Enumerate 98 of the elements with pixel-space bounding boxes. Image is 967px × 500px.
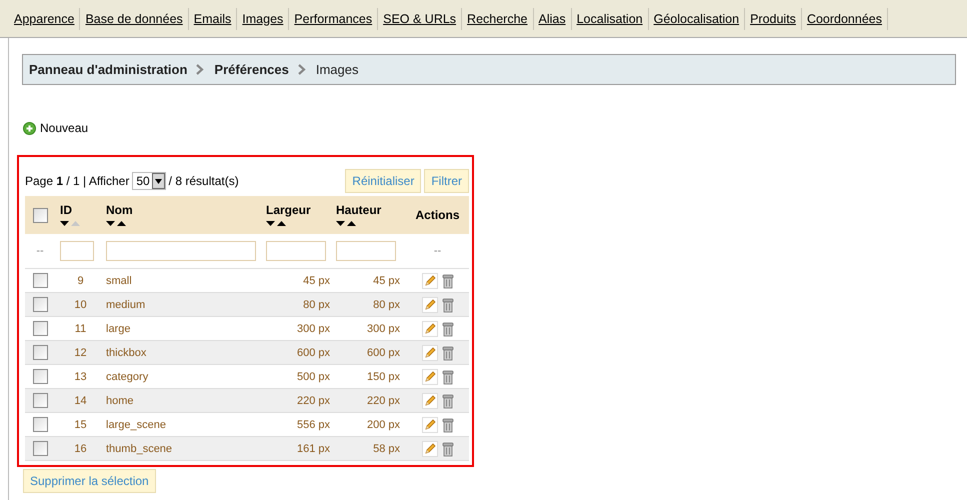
- table-cell-text: 80 px: [372, 298, 401, 310]
- sort-up-icon[interactable]: [117, 221, 126, 227]
- row-checkbox[interactable]: [32, 321, 48, 336]
- table-cell-text: 45 px: [372, 274, 401, 286]
- table-cell-text: 45 px: [302, 274, 331, 286]
- table-cell-text: 9: [76, 274, 85, 286]
- filter-input[interactable]: [106, 240, 256, 261]
- column-header: Actions: [414, 208, 460, 222]
- empty-filter-text: --: [36, 244, 44, 257]
- table-cell-text: 300 px: [366, 322, 401, 334]
- menu-link[interactable]: Produits: [745, 12, 801, 26]
- table-cell-text: 220 px: [296, 394, 331, 406]
- table-cell-text: thickbox: [106, 346, 148, 358]
- trash-icon[interactable]: [442, 368, 454, 384]
- trash-icon[interactable]: [442, 416, 454, 432]
- menu-link[interactable]: Base de données: [80, 12, 188, 26]
- pencil-icon[interactable]: [422, 296, 438, 312]
- filter-input[interactable]: [336, 240, 396, 261]
- add-icon[interactable]: [23, 122, 36, 134]
- sort-up-icon[interactable]: [347, 221, 356, 227]
- table-cell-text: large_scene: [106, 418, 167, 430]
- trash-icon[interactable]: [442, 392, 454, 408]
- menu-link[interactable]: Performances: [289, 12, 378, 26]
- menu-link[interactable]: Localisation: [572, 12, 648, 26]
- trash-icon[interactable]: [442, 440, 454, 456]
- table-cell-text: 300 px: [296, 322, 331, 334]
- table-cell-text: 13: [73, 370, 88, 382]
- pencil-icon[interactable]: [422, 440, 438, 456]
- menu-link[interactable]: Coordonnées: [802, 12, 887, 26]
- sort-down-icon[interactable]: [106, 221, 115, 227]
- pencil-icon[interactable]: [422, 392, 438, 408]
- sort-down-icon[interactable]: [60, 221, 69, 227]
- row-checkbox[interactable]: [32, 273, 48, 288]
- column-header: Hauteur: [336, 203, 382, 217]
- menu-link[interactable]: Recherche: [462, 12, 532, 26]
- trash-icon[interactable]: [442, 272, 454, 288]
- table-cell-text: 150 px: [366, 370, 401, 382]
- table-cell-text: category: [106, 370, 150, 382]
- empty-filter-text: --: [434, 244, 442, 257]
- column-header: Nom: [106, 203, 134, 217]
- pencil-icon[interactable]: [422, 368, 438, 384]
- table-cell-text: 16: [73, 442, 88, 454]
- table-cell-text: 12: [73, 346, 88, 358]
- menu-link[interactable]: Images: [237, 12, 288, 26]
- table-cell-text: 556 px: [296, 418, 331, 430]
- row-checkbox[interactable]: [32, 393, 48, 408]
- table-cell-text: small: [106, 274, 133, 286]
- results-count: / 8 résultat(s): [168, 174, 239, 188]
- menu-link[interactable]: Alias: [534, 12, 571, 26]
- select-all-checkbox[interactable]: [32, 208, 48, 222]
- table-cell-text: home: [106, 394, 135, 406]
- row-checkbox[interactable]: [32, 369, 48, 384]
- row-checkbox[interactable]: [32, 441, 48, 456]
- new-link[interactable]: Nouveau: [40, 121, 88, 135]
- chevron-icon: [196, 64, 204, 75]
- menu-link[interactable]: Emails: [188, 12, 236, 26]
- table-cell-text: 58 px: [372, 442, 401, 454]
- per-page-select[interactable]: 50: [132, 172, 166, 190]
- pencil-icon[interactable]: [422, 272, 438, 288]
- row-checkbox[interactable]: [32, 417, 48, 432]
- breadcrumb-item: Images: [316, 62, 358, 77]
- breadcrumb-item[interactable]: Préférences: [214, 62, 289, 77]
- pencil-icon[interactable]: [422, 320, 438, 336]
- pencil-icon[interactable]: [422, 416, 438, 432]
- sort-down-icon[interactable]: [266, 221, 275, 227]
- column-header: ID: [60, 203, 73, 217]
- trash-icon[interactable]: [442, 320, 454, 336]
- table-cell-text: 220 px: [366, 394, 401, 406]
- table-cell-text: 600 px: [366, 346, 401, 358]
- pencil-icon[interactable]: [422, 344, 438, 360]
- table-cell-text: 500 px: [296, 370, 331, 382]
- menu-link[interactable]: Apparence: [9, 12, 80, 26]
- row-checkbox[interactable]: [32, 297, 48, 312]
- table-cell-text: 14: [73, 394, 88, 406]
- chevron-icon: [298, 64, 306, 75]
- table-cell-text: large: [106, 322, 132, 334]
- breadcrumb-item[interactable]: Panneau d'administration: [29, 62, 188, 77]
- table-cell-text: 10: [73, 298, 88, 310]
- table-cell-text: 161 px: [296, 442, 331, 454]
- sort-down-icon[interactable]: [336, 221, 345, 227]
- filter-input[interactable]: [60, 240, 94, 261]
- menu-link[interactable]: SEO & URLs: [378, 12, 462, 26]
- table-cell-text: 80 px: [302, 298, 331, 310]
- sort-up-icon[interactable]: [277, 221, 286, 227]
- menu-link[interactable]: Géolocalisation: [648, 12, 744, 26]
- row-checkbox[interactable]: [32, 345, 48, 360]
- trash-icon[interactable]: [442, 296, 454, 312]
- table-cell-text: medium: [106, 298, 146, 310]
- table-cell-text: 600 px: [296, 346, 331, 358]
- table-cell-text: thumb_scene: [106, 442, 174, 454]
- table-cell-text: 15: [73, 418, 88, 430]
- table-cell-text: 11: [74, 322, 88, 334]
- filter-input[interactable]: [266, 240, 326, 261]
- dropdown-arrow-icon[interactable]: [154, 178, 162, 184]
- column-header: Largeur: [266, 203, 312, 217]
- trash-icon[interactable]: [442, 344, 454, 360]
- table-cell-text: 200 px: [366, 418, 401, 430]
- pagination-text: Page 1 / 1 | Afficher: [25, 174, 130, 188]
